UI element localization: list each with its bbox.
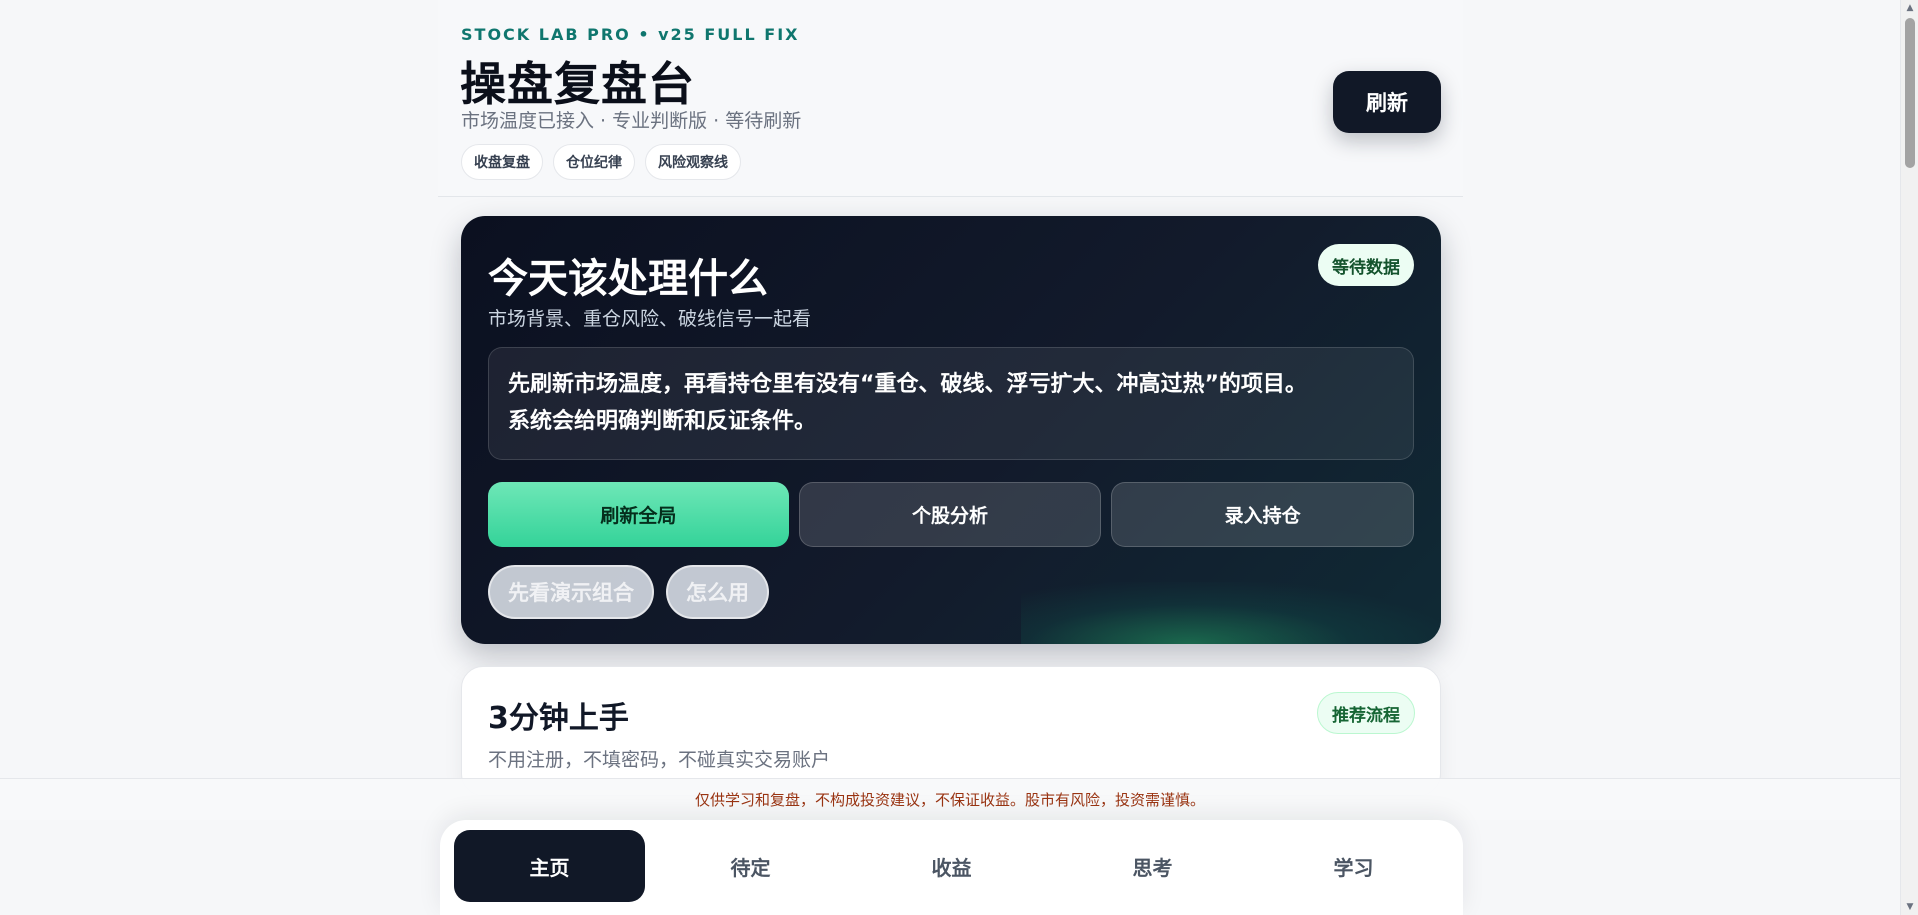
demo-portfolio-button[interactable]: 先看演示组合: [488, 565, 654, 619]
hero-actions: 刷新全局 个股分析 录入持仓: [488, 482, 1415, 547]
scroll-up-arrow-icon[interactable]: ▲: [1901, 0, 1918, 16]
disclaimer-bar: 仅供学习和复盘，不构成投资建议，不保证收益。股市有风险，投资需谨慎。: [0, 778, 1900, 820]
nav-tab-learning[interactable]: 学习: [1258, 830, 1449, 902]
hero-message-line-1: 先刷新市场温度，再看持仓里有没有“重仓、破线、浮亏扩大、冲高过热”的项目。: [508, 372, 1307, 397]
nav-tab-returns[interactable]: 收益: [856, 830, 1047, 902]
app-eyebrow: STOCK LAB PRO • v25 FULL FIX: [461, 25, 800, 44]
tag-list: 收盘复盘 仓位纪律 风险观察线: [461, 144, 741, 180]
hero-message-box: 先刷新市场温度，再看持仓里有没有“重仓、破线、浮亏扩大、冲高过热”的项目。 系统…: [488, 347, 1414, 460]
refresh-button[interactable]: 刷新: [1333, 71, 1441, 133]
nav-tab-home[interactable]: 主页: [454, 830, 645, 902]
page-subtitle: 市场温度已接入 · 专业判断版 · 等待刷新: [461, 110, 802, 132]
stock-analysis-button[interactable]: 个股分析: [798, 482, 1102, 547]
bottom-nav: 主页 待定 收益 思考 学习: [440, 820, 1463, 915]
hero-glow-decoration: [1021, 582, 1441, 644]
today-tasks-card: 今天该处理什么 市场背景、重仓风险、破线信号一起看 等待数据 先刷新市场温度，再…: [461, 216, 1441, 644]
nav-tab-pending[interactable]: 待定: [655, 830, 846, 902]
page-scrollbar[interactable]: ▲ ▼: [1900, 0, 1918, 915]
nav-tab-thinking[interactable]: 思考: [1057, 830, 1248, 902]
status-badge: 等待数据: [1318, 244, 1414, 286]
hero-secondary-actions: 先看演示组合 怎么用: [488, 565, 769, 619]
quickstart-subtitle: 不用注册，不填密码，不碰真实交易账户: [488, 749, 831, 771]
app-header: STOCK LAB PRO • v25 FULL FIX 操盘复盘台 市场温度已…: [438, 0, 1463, 197]
tag-position-discipline: 仓位纪律: [553, 144, 635, 180]
page-title: 操盘复盘台: [460, 57, 695, 111]
scrollbar-thumb[interactable]: [1905, 18, 1915, 168]
quickstart-card: 3分钟上手 不用注册，不填密码，不碰真实交易账户 推荐流程: [461, 666, 1441, 796]
refresh-all-button[interactable]: 刷新全局: [488, 482, 789, 547]
how-to-use-button[interactable]: 怎么用: [666, 565, 769, 619]
hero-title: 今天该处理什么: [488, 256, 768, 302]
hero-message-line-2: 系统会给明确判断和反证条件。: [508, 409, 817, 434]
enter-holdings-button[interactable]: 录入持仓: [1111, 482, 1415, 547]
tag-risk-watchline: 风险观察线: [645, 144, 741, 180]
tag-close-review: 收盘复盘: [461, 144, 543, 180]
scroll-down-arrow-icon[interactable]: ▼: [1901, 899, 1918, 915]
quickstart-title: 3分钟上手: [488, 701, 629, 736]
recommended-flow-badge: 推荐流程: [1317, 692, 1415, 734]
hero-subtitle: 市场背景、重仓风险、破线信号一起看: [488, 308, 812, 330]
